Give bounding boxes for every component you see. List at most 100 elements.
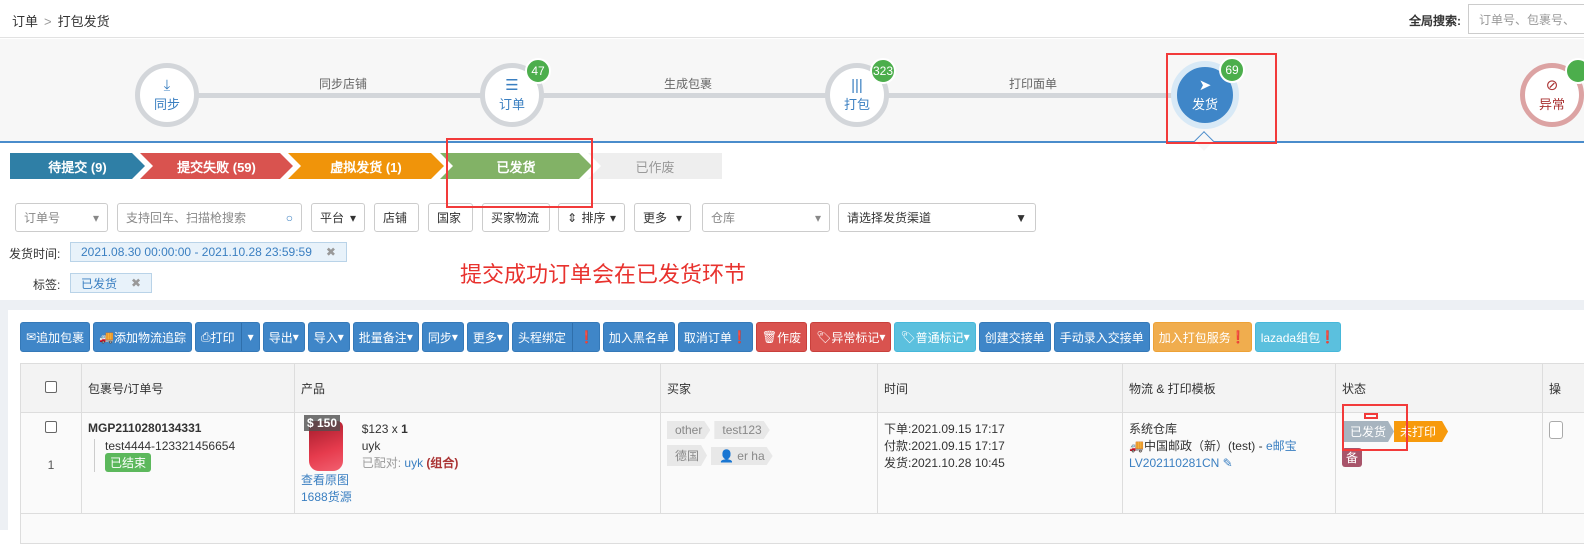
import-button[interactable]: 导入▾ xyxy=(308,322,350,352)
channel-select[interactable]: 请选择发货渠道▼ xyxy=(838,203,1036,232)
button-label: 追加包裹 xyxy=(36,329,84,346)
create-handover-button[interactable]: 创建交接单 xyxy=(979,322,1051,352)
annotation-text: 提交成功订单会在已发货环节 xyxy=(460,257,746,289)
tag-icon: 🏷 xyxy=(900,330,915,344)
matched-sku-link[interactable]: uyk xyxy=(404,456,423,470)
more-filter-dropdown[interactable]: 更多▾ xyxy=(634,203,691,232)
col-actions: 操 xyxy=(1543,364,1584,413)
truck-icon: 🚚 xyxy=(99,330,114,344)
next-row-placeholder xyxy=(21,514,1584,544)
time-cell: 下单:2021.09.15 17:17 付款:2021.09.15 17:17 … xyxy=(878,413,1123,514)
exception-mark-button[interactable]: 🏷异常标记▾ xyxy=(810,322,891,352)
ship-time-label: 发货时间: xyxy=(9,245,60,262)
global-search-label: 全局搜索: xyxy=(1409,12,1461,29)
tracking-number[interactable]: LV202110281CN xyxy=(1129,456,1219,470)
step-sync[interactable]: ⤓同步 xyxy=(135,63,199,127)
product-cell: $ 150 查看原图 1688货源 $123 x 1 uyk 已配对: uyk … xyxy=(295,413,661,514)
button-label: 异常标记 xyxy=(831,329,879,346)
step-orders[interactable]: ☰订单47 xyxy=(480,63,544,127)
order-type-select[interactable]: 订单号▾ xyxy=(15,203,108,232)
add-package-button[interactable]: ✉追加包裹 xyxy=(20,322,90,352)
buyer-name: er ha xyxy=(737,449,764,463)
step-pack[interactable]: |||打包323 xyxy=(825,63,889,127)
connector-label: 同步店铺 xyxy=(319,75,367,92)
col-time: 时间 xyxy=(878,364,1123,413)
shop-button[interactable]: 店铺 xyxy=(374,203,419,232)
count-badge: 47 xyxy=(525,58,551,84)
button-label: 加入打包服务 xyxy=(1159,329,1231,346)
packing-service-button[interactable]: 加入打包服务❗ xyxy=(1153,322,1252,352)
cancel-order-button[interactable]: 取消订单❗ xyxy=(678,322,753,352)
void-button[interactable]: 🗑作废 xyxy=(756,322,807,352)
tab-virtual-shipped[interactable]: 虚拟发货 (1) xyxy=(288,153,444,179)
combo-label: (组合) xyxy=(426,456,458,470)
more-actions-button[interactable]: 更多▾ xyxy=(467,322,509,352)
price-badge: $ 150 xyxy=(304,415,340,431)
close-icon[interactable]: ✖ xyxy=(326,245,336,259)
breadcrumb-root[interactable]: 订单 xyxy=(12,14,38,29)
actions-cell xyxy=(1543,413,1584,514)
buyer-cell: othertest123 德国👤 er ha xyxy=(661,413,878,514)
tab-failed[interactable]: 提交失败 (59) xyxy=(140,153,293,179)
download-icon: ⤓ xyxy=(164,78,171,94)
close-icon[interactable]: ✖ xyxy=(131,276,141,290)
button-label: 取消订单 xyxy=(684,329,732,346)
button-label: 普通标记 xyxy=(916,329,964,346)
row-checkbox[interactable] xyxy=(45,421,57,433)
tab-voided[interactable]: 已作废 xyxy=(588,153,722,179)
order-time: 下单:2021.09.15 17:17 xyxy=(884,421,1116,438)
warehouse-select[interactable]: 仓库▾ xyxy=(702,203,830,232)
batch-note-button[interactable]: 批量备注▾ xyxy=(353,322,419,352)
package-number[interactable]: MGP2110280134331 xyxy=(88,421,288,435)
button-label: 同步 xyxy=(428,329,452,346)
tag-label: 标签: xyxy=(33,276,60,293)
highlight-box-shipped-tab xyxy=(446,138,593,208)
edit-icon[interactable]: ✎ xyxy=(1223,456,1233,470)
eye-slash-icon: ⊘ xyxy=(1546,78,1559,94)
global-search-input[interactable]: 订单号、包裹号、 xyxy=(1468,4,1584,34)
section-divider xyxy=(0,300,1584,310)
button-label: 头程绑定 xyxy=(518,329,566,346)
print-button[interactable]: ⎙打印▾ xyxy=(195,322,260,352)
breadcrumb-current: 打包发货 xyxy=(58,14,110,29)
connector-label: 打印面单 xyxy=(1009,75,1057,92)
caret-down-icon[interactable]: ▾ xyxy=(241,323,254,351)
connector-line xyxy=(167,93,512,98)
source-1688-link[interactable]: 1688货源 xyxy=(301,488,352,505)
select-value: 订单号 xyxy=(24,209,60,226)
select-all-checkbox[interactable] xyxy=(45,381,57,393)
first-leg-bind-button[interactable]: 头程绑定 ❗ xyxy=(512,322,600,352)
lazada-group-button[interactable]: lazada组包❗ xyxy=(1255,322,1341,352)
buyer-country: 德国 xyxy=(667,445,707,466)
sync-button[interactable]: 同步▾ xyxy=(422,322,464,352)
export-button[interactable]: 导出▾ xyxy=(263,322,305,352)
step-label: 订单 xyxy=(499,94,525,113)
info-icon: ❗ xyxy=(1231,330,1246,344)
search-icon[interactable]: ○ xyxy=(286,211,293,225)
product-thumbnail[interactable]: $ 150 xyxy=(309,421,343,471)
info-icon: ❗ xyxy=(572,323,594,351)
section-gutter xyxy=(0,300,8,530)
barcode-icon: ||| xyxy=(851,78,863,94)
payment-time: 付款:2021.09.15 17:17 xyxy=(884,438,1116,455)
table-row-partial xyxy=(21,514,1584,544)
platform-dropdown[interactable]: 平台▾ xyxy=(311,203,365,232)
add-tracking-button[interactable]: 🚚添加物流追踪 xyxy=(93,322,192,352)
order-number[interactable]: test4444-123321456654 xyxy=(105,439,288,453)
tab-pending[interactable]: 待提交 (9) xyxy=(10,153,145,179)
buyer-tag: test123 xyxy=(714,421,769,439)
matched-label: 已配对: xyxy=(362,456,401,470)
dropdown-label: 更多 xyxy=(643,209,667,226)
chip-value: 已发货 xyxy=(81,275,117,292)
action-button[interactable] xyxy=(1549,421,1563,439)
normal-mark-button[interactable]: 🏷普通标记▾ xyxy=(894,322,975,352)
manual-handover-button[interactable]: 手动录入交接单 xyxy=(1054,322,1150,352)
step-exception[interactable]: ⊘异常 xyxy=(1520,63,1584,127)
search-input[interactable]: 支持回车、扫描枪搜索○ xyxy=(117,203,302,232)
add-blacklist-button[interactable]: 加入黑名单 xyxy=(603,322,675,352)
count-badge: 323 xyxy=(870,58,896,84)
view-image-link[interactable]: 查看原图 xyxy=(301,471,352,488)
connector-line xyxy=(512,93,857,98)
carrier-service-link[interactable]: e邮宝 xyxy=(1266,439,1297,453)
info-icon: ❗ xyxy=(732,330,747,344)
